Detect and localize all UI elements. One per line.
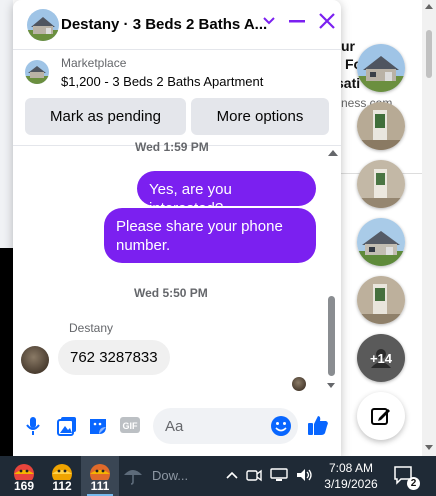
app-badge-value: 169: [13, 479, 35, 493]
header-actions: [263, 13, 335, 29]
more-chats-count: +14: [369, 350, 393, 366]
taskbar-download[interactable]: Dow...: [122, 464, 188, 486]
chat-header[interactable]: Destany · 3 Beds 2 Baths A...: [13, 0, 341, 50]
message-input-wrapper: [153, 408, 298, 444]
message-timestamp: Wed 1:59 PM: [135, 140, 209, 154]
compose-icon: [371, 408, 390, 425]
chat-scroll-thumb[interactable]: [328, 296, 335, 376]
scroll-down-arrow-icon[interactable]: [327, 383, 335, 388]
house-interior-icon: [357, 276, 405, 324]
gallery-icon[interactable]: [57, 416, 77, 436]
notification-count: 2: [407, 477, 420, 490]
chat-scrollbar[interactable]: [326, 148, 336, 390]
volume-icon[interactable]: [296, 468, 314, 482]
app-badge-value: 111: [90, 479, 110, 493]
mark-as-pending-button[interactable]: Mark as pending: [25, 98, 186, 135]
weather-widget-icon: [90, 464, 110, 480]
listing-thumbnail: [25, 60, 49, 84]
listing-title[interactable]: $1,200 - 3 Beds 2 Baths Apartment: [61, 74, 263, 89]
background-page-dark-region: [0, 248, 13, 456]
meet-now-icon[interactable]: [246, 468, 262, 482]
download-label: Dow...: [152, 467, 189, 483]
marketplace-label: Marketplace: [61, 56, 127, 70]
chat-head-interior[interactable]: [357, 102, 405, 150]
weather-widget-icon: [52, 464, 72, 480]
chevron-down-icon[interactable]: [263, 17, 275, 25]
weather-widget-icon: [14, 464, 34, 480]
taskbar-app-weather[interactable]: 169: [5, 456, 43, 496]
emoji-icon[interactable]: [270, 415, 292, 437]
thumbs-up-icon[interactable]: [307, 414, 329, 436]
message-timestamp: Wed 5:50 PM: [134, 286, 208, 300]
incoming-message[interactable]: 762 3287833: [58, 340, 170, 375]
house-interior-icon: [357, 102, 405, 150]
close-icon[interactable]: [319, 13, 335, 29]
more-chats-button[interactable]: +14: [357, 334, 405, 382]
app-badge-value: 112: [52, 479, 72, 493]
minimize-icon[interactable]: [289, 19, 305, 23]
outgoing-message[interactable]: Please share your phone number.: [104, 208, 316, 263]
message-composer: GIF: [13, 406, 341, 446]
scroll-down-arrow-icon[interactable]: [425, 445, 433, 450]
background-text-line: ur: [341, 38, 355, 54]
message-input[interactable]: [153, 408, 263, 444]
clock-date: 3/19/2026: [324, 477, 378, 491]
network-icon[interactable]: [270, 468, 288, 482]
notification-center-button[interactable]: 2: [393, 465, 420, 490]
marketplace-listing[interactable]: Marketplace $1,200 - 3 Beds 2 Baths Apar…: [25, 56, 263, 89]
svg-text:GIF: GIF: [123, 421, 139, 431]
chat-head-house[interactable]: [357, 44, 405, 92]
chat-head-interior[interactable]: [357, 160, 405, 208]
gif-icon[interactable]: GIF: [119, 416, 141, 434]
house-exterior-icon: [25, 60, 49, 84]
chat-head-interior[interactable]: [357, 276, 405, 324]
chevron-up-icon[interactable]: [226, 471, 238, 479]
sticker-icon[interactable]: [88, 416, 108, 436]
scroll-thumb[interactable]: [426, 30, 432, 78]
house-exterior-icon: [27, 8, 59, 41]
sender-name: Destany: [69, 321, 114, 335]
more-options-button[interactable]: More options: [191, 98, 329, 135]
chat-window: Destany · 3 Beds 2 Baths A... Marketplac…: [13, 0, 341, 456]
chat-title[interactable]: Destany · 3 Beds 2 Baths A...: [61, 16, 267, 33]
microphone-icon[interactable]: [26, 416, 40, 436]
scroll-up-arrow-icon[interactable]: [425, 4, 433, 9]
contact-avatar[interactable]: [27, 8, 59, 41]
read-receipt-avatar: [292, 377, 306, 391]
page-scrollbar[interactable]: [422, 0, 436, 456]
background-page-left: [0, 0, 13, 248]
taskbar: 169 112 111 Dow... 7:08 AM 3/19/2026 2: [0, 456, 436, 496]
taskbar-app-weather[interactable]: 111: [81, 456, 119, 496]
umbrella-icon: [124, 470, 142, 485]
clock-time: 7:08 AM: [328, 461, 374, 475]
sender-avatar[interactable]: [21, 346, 49, 374]
outgoing-message[interactable]: Yes, are you interested?: [137, 171, 316, 217]
system-tray: [226, 468, 314, 482]
house-exterior-icon: [357, 44, 405, 92]
chat-head-house[interactable]: [357, 218, 405, 266]
house-exterior-icon: [357, 218, 405, 266]
taskbar-app-weather[interactable]: 112: [43, 456, 81, 496]
system-clock[interactable]: 7:08 AM 3/19/2026: [322, 460, 380, 492]
house-interior-icon: [357, 160, 405, 208]
new-message-button[interactable]: [357, 392, 405, 440]
